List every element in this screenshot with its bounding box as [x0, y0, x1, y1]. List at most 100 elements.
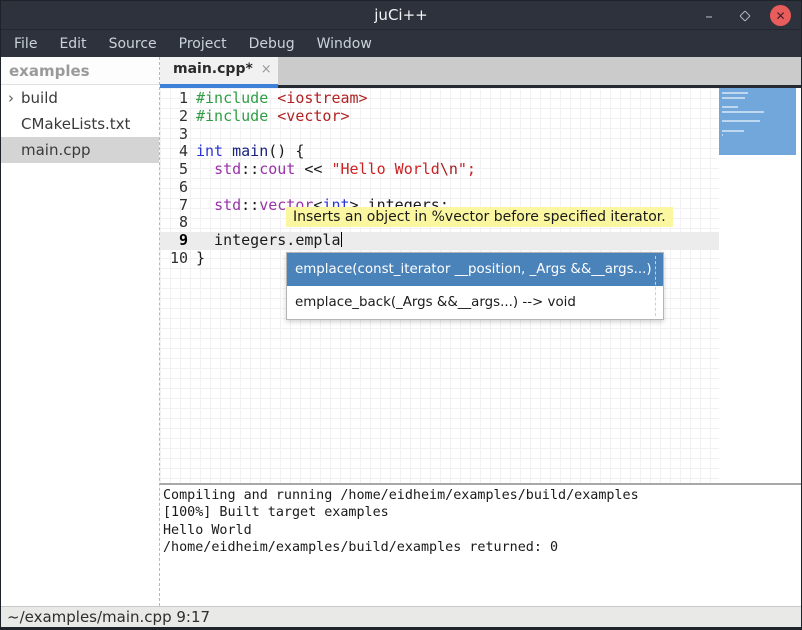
- line-number: 2: [160, 108, 188, 126]
- token-kw: int: [196, 142, 223, 160]
- code-text: [188, 126, 196, 144]
- code-text: int main() {: [188, 143, 304, 161]
- code-line: 2#include <vector>: [160, 108, 801, 126]
- token-ns: cout: [259, 160, 295, 178]
- line-number: 1: [160, 90, 188, 108]
- code-text: [188, 214, 196, 232]
- editor-pane: main.cpp* × 1#include <iostream>2#includ…: [159, 57, 801, 606]
- minimap-line-mark: [722, 120, 760, 122]
- tree-item-build[interactable]: ›build: [1, 85, 159, 111]
- token-pl: }: [196, 249, 205, 267]
- tree-item-label: main.cpp: [21, 141, 91, 159]
- tree-item-label: build: [21, 89, 58, 107]
- terminal-line: Compiling and running /home/eidheim/exam…: [163, 487, 801, 504]
- token-fn: main: [232, 142, 268, 160]
- minimize-button[interactable]: –: [698, 5, 720, 27]
- minimap[interactable]: [719, 88, 801, 483]
- terminal-line: [100%] Built target examples: [163, 504, 801, 521]
- menu-file[interactable]: File: [3, 32, 48, 56]
- titlebar[interactable]: juCi++ – ✕: [1, 1, 801, 30]
- close-icon: ✕: [775, 9, 785, 23]
- token-inc: <iostream>: [277, 89, 367, 107]
- code-line: 3: [160, 126, 801, 144]
- menu-debug[interactable]: Debug: [238, 32, 306, 56]
- code-lines: 1#include <iostream>2#include <vector>34…: [160, 90, 801, 268]
- token-pl: [223, 142, 232, 160]
- tab-close-icon[interactable]: ×: [253, 62, 272, 77]
- minimap-line-mark: [722, 92, 748, 94]
- token-pl: ::: [241, 160, 259, 178]
- menu-project[interactable]: Project: [168, 32, 238, 56]
- line-number: 3: [160, 126, 188, 144]
- terminal-output[interactable]: Compiling and running /home/eidheim/exam…: [160, 483, 801, 606]
- window-title: juCi++: [374, 6, 427, 24]
- status-file-position: ~/examples/main.cpp 9:17: [7, 608, 210, 626]
- project-name-header: examples: [1, 57, 159, 85]
- terminal-line: Hello World: [163, 522, 801, 539]
- menu-source[interactable]: Source: [98, 32, 168, 56]
- minimap-line-mark: [722, 130, 744, 132]
- token-pp: #include: [196, 89, 268, 107]
- line-number: 10: [160, 250, 188, 268]
- menubar: FileEditSourceProjectDebugWindow: [1, 30, 801, 57]
- menu-window[interactable]: Window: [306, 32, 383, 56]
- token-pl: ::: [241, 196, 259, 214]
- code-editor[interactable]: 1#include <iostream>2#include <vector>34…: [160, 88, 801, 483]
- menu-edit[interactable]: Edit: [48, 32, 97, 56]
- tab-main-cpp[interactable]: main.cpp* ×: [160, 57, 278, 88]
- statusbar: ~/examples/main.cpp 9:17: [1, 606, 801, 629]
- tree-item-cmakelists-txt[interactable]: CMakeLists.txt: [1, 111, 159, 137]
- terminal-line: /home/eidheim/examples/build/examples re…: [163, 539, 801, 556]
- minimap-line-mark: [722, 134, 723, 136]
- code-text: #include <vector>: [188, 108, 350, 126]
- minimize-icon: –: [705, 7, 713, 25]
- code-text: }: [188, 250, 205, 268]
- tree-item-label: CMakeLists.txt: [21, 115, 130, 133]
- token-str: ";: [458, 160, 476, 178]
- minimap-line-mark: [722, 106, 738, 108]
- completion-scrollbar[interactable]: [655, 256, 656, 316]
- token-pp: #include: [196, 107, 268, 125]
- token-pl: [196, 160, 214, 178]
- file-tree: ›build CMakeLists.txt main.cpp: [1, 85, 159, 163]
- close-button[interactable]: ✕: [770, 5, 791, 26]
- completion-item[interactable]: emplace_back(_Args &&__args...) --> void: [287, 286, 663, 319]
- token-pl: [268, 89, 277, 107]
- minimap-viewport[interactable]: [719, 88, 796, 155]
- code-text: integers.empla: [188, 232, 342, 250]
- line-number: 5: [160, 161, 188, 179]
- token-pl: [196, 196, 214, 214]
- token-inc: <vector>: [277, 107, 349, 125]
- restore-button[interactable]: [734, 5, 756, 27]
- window-controls: – ✕: [698, 1, 791, 30]
- code-line: 4int main() {: [160, 143, 801, 161]
- line-number: 9: [160, 232, 188, 250]
- code-line: 1#include <iostream>: [160, 90, 801, 108]
- token-pl: () {: [268, 142, 304, 160]
- token-pl: <<: [295, 160, 331, 178]
- minimap-line-mark: [722, 111, 764, 113]
- juci-window: juCi++ – ✕ FileEditSourceProjectDebugWin…: [0, 0, 802, 630]
- token-pl: integers.empla: [196, 231, 341, 249]
- expander-icon[interactable]: ›: [1, 89, 21, 107]
- token-ns: std: [214, 196, 241, 214]
- code-text: [188, 179, 196, 197]
- code-line: 9 integers.empla: [160, 232, 801, 250]
- token-ns: std: [214, 160, 241, 178]
- doc-tooltip: Inserts an object in %vector before spec…: [286, 207, 673, 227]
- line-number: 4: [160, 143, 188, 161]
- code-text: std::cout << "Hello World\n";: [188, 161, 476, 179]
- tab-label: main.cpp*: [173, 61, 253, 77]
- code-text: #include <iostream>: [188, 90, 368, 108]
- tree-item-main-cpp[interactable]: main.cpp: [1, 137, 159, 163]
- completion-popup: emplace(const_iterator __position, _Args…: [286, 252, 664, 320]
- line-number: 8: [160, 214, 188, 232]
- restore-icon: [739, 10, 750, 21]
- main-content: examples ›build CMakeLists.txt main.cpp ma…: [1, 57, 801, 606]
- completion-item[interactable]: emplace(const_iterator __position, _Args…: [287, 253, 663, 286]
- text-caret: [341, 232, 342, 247]
- token-str: "Hello World: [331, 160, 439, 178]
- tabbar: main.cpp* ×: [160, 57, 801, 88]
- line-number: 6: [160, 179, 188, 197]
- token-esc: \n: [440, 160, 458, 178]
